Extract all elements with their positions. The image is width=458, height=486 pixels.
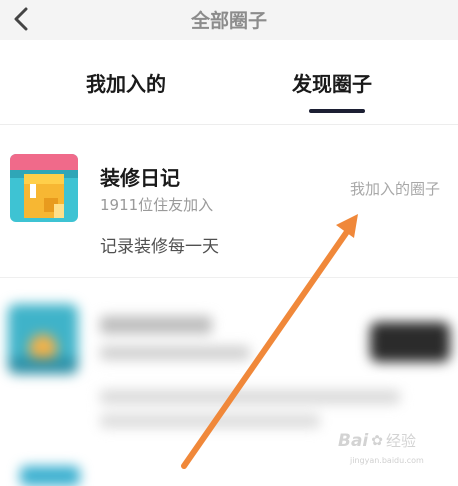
blurred-desc: [100, 414, 320, 428]
joined-status-label: 我加入的圈子: [349, 180, 440, 198]
blurred-thumbnail: [8, 304, 78, 374]
top-bar: 全部圈子: [0, 0, 458, 40]
paw-icon: ✿: [371, 432, 383, 449]
watermark-cn: 经验: [386, 432, 417, 450]
circle-name: 装修日记: [100, 166, 180, 190]
divider: [0, 124, 458, 125]
blurred-desc: [100, 390, 400, 404]
blurred-subtitle: [100, 346, 250, 360]
page-title: 全部圈子: [190, 10, 267, 32]
tab-joined[interactable]: 我加入的: [86, 68, 166, 97]
watermark-url: jingyan.baidu.com: [350, 456, 424, 465]
tab-discover[interactable]: 发现圈子: [292, 68, 372, 97]
blurred-title: [100, 316, 212, 334]
member-count: 1911位住友加入: [100, 196, 214, 214]
paint-roller-icon: [10, 154, 78, 222]
watermark-brand: Bai: [338, 430, 369, 451]
divider: [0, 277, 458, 278]
blurred-next-thumbnail: [20, 466, 80, 486]
blurred-join-button: [370, 322, 450, 362]
circle-list-item[interactable]: 装修日记 1911位住友加入 记录装修每一天 我加入的圈子: [0, 140, 458, 272]
active-tab-indicator: [309, 109, 365, 113]
circle-description: 记录装修每一天: [100, 237, 219, 257]
watermark: Bai ✿ 经验: [338, 430, 416, 451]
